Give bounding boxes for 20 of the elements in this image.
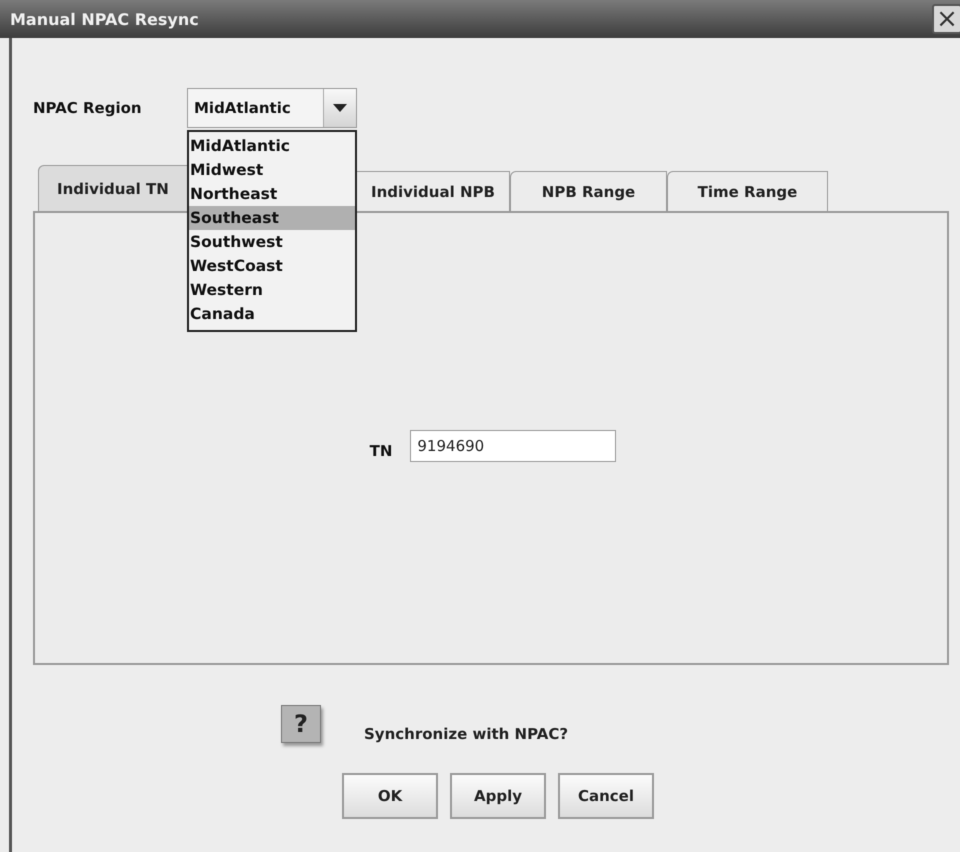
dialog-button[interactable]: Cancel — [558, 773, 654, 819]
dropdown-option[interactable]: Western — [189, 278, 355, 302]
tn-label: TN — [370, 442, 392, 460]
dialog-button[interactable]: Apply — [450, 773, 546, 819]
caret-icon — [333, 104, 347, 112]
tab[interactable]: Time Range — [667, 171, 828, 211]
dropdown-option[interactable]: Southwest — [189, 230, 355, 254]
question-icon: ? — [281, 705, 321, 743]
dropdown-option[interactable]: WestCoast — [189, 254, 355, 278]
dialog-button[interactable]: OK — [342, 773, 438, 819]
tab[interactable]: NPB Range — [510, 171, 667, 211]
region-label: NPAC Region — [33, 99, 143, 117]
tn-input-field[interactable]: 9194690 — [410, 430, 616, 462]
dropdown-option[interactable]: Southeast — [189, 206, 355, 230]
close-button[interactable]: × — [932, 4, 960, 34]
dropdown-option[interactable]: Canada — [189, 302, 355, 326]
window-title: Manual NPAC Resync — [9, 10, 199, 28]
region-dropdown[interactable]: MidAtlantic — [187, 88, 357, 128]
prompt-text: Synchronize with NPAC? — [364, 725, 568, 743]
dropdown-option[interactable]: MidAtlantic — [189, 134, 355, 158]
